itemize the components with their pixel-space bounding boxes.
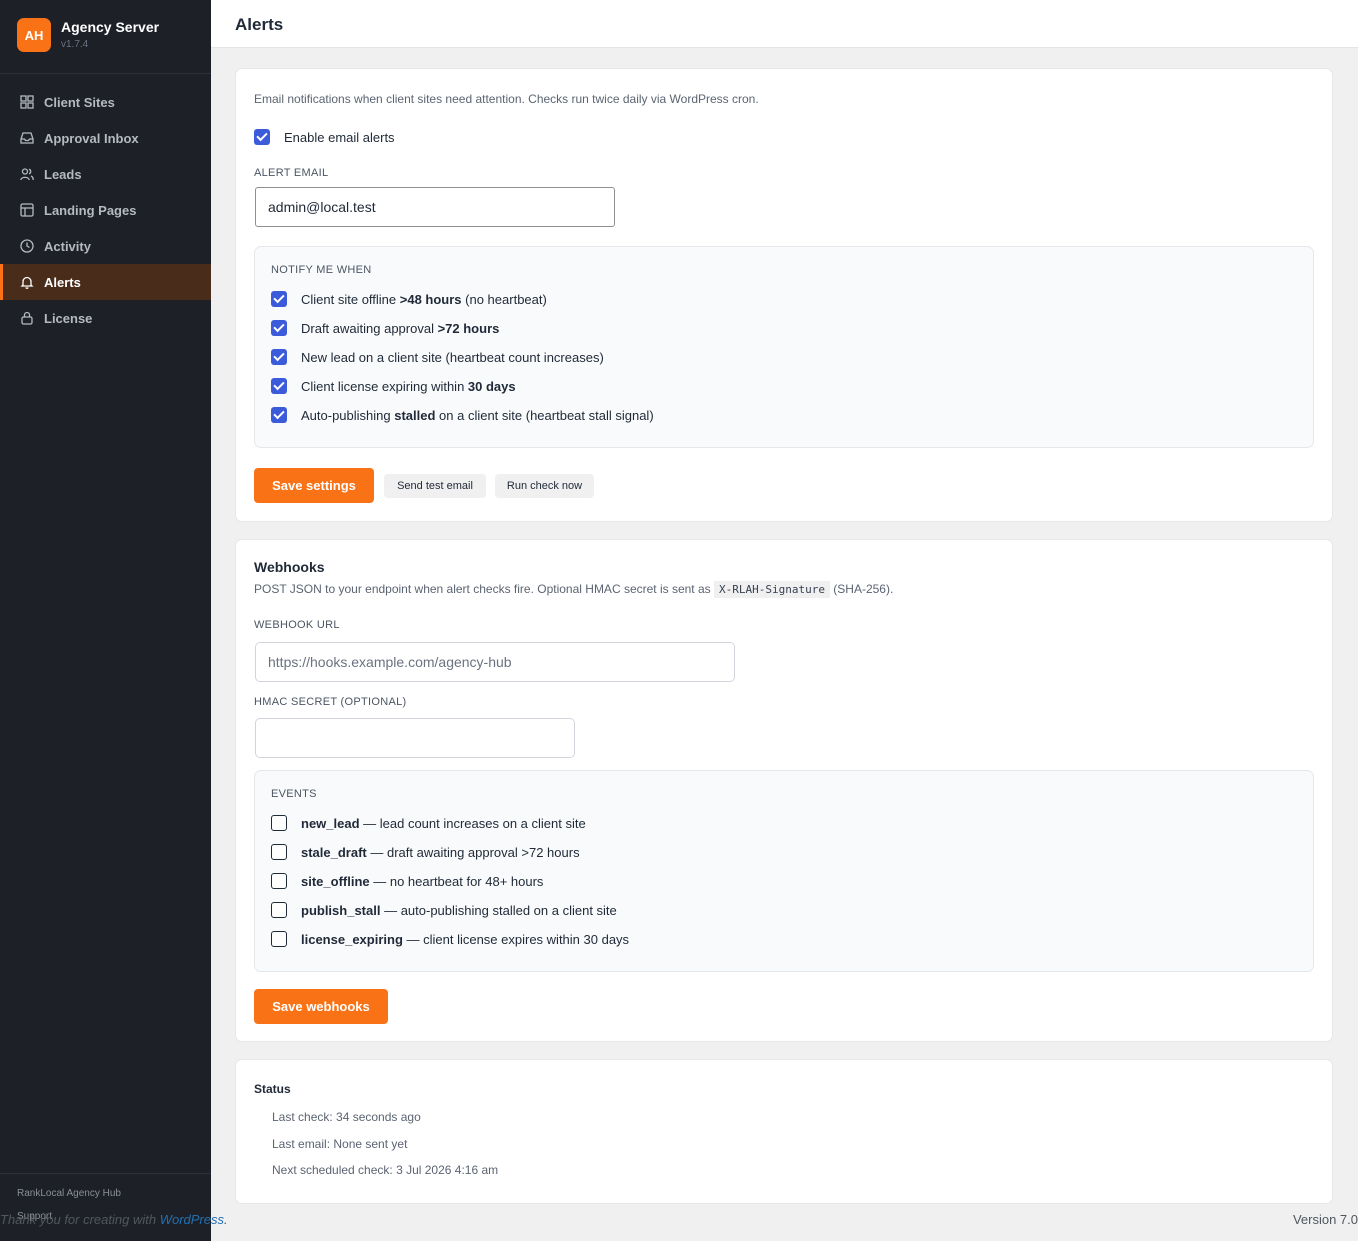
- webhooks-card: Webhooks POST JSON to your endpoint when…: [235, 539, 1333, 1042]
- sidebar-item-label: Approval Inbox: [44, 130, 139, 146]
- events-box: EVENTS new_lead — lead count increases o…: [254, 770, 1314, 972]
- notify-option-offline[interactable]: Client site offline >48 hours (no heartb…: [271, 291, 547, 307]
- wp-version: Version 7.0: [1292, 1212, 1358, 1227]
- notify-stalled-checkbox[interactable]: [271, 407, 287, 423]
- sidebar-item-license[interactable]: License: [0, 300, 211, 336]
- page-header: Alerts: [211, 0, 1358, 48]
- grid-icon: [20, 95, 34, 109]
- events-label: EVENTS: [271, 788, 317, 800]
- bell-icon: [20, 275, 34, 289]
- sidebar-nav: Client Sites Approval Inbox Leads Landin…: [0, 84, 211, 336]
- webhooks-title: Webhooks: [254, 559, 325, 575]
- sidebar-item-label: Landing Pages: [44, 202, 137, 218]
- event-option-license-expiring[interactable]: license_expiring — client license expire…: [271, 931, 629, 947]
- event-publish-stall-checkbox[interactable]: [271, 902, 287, 918]
- sidebar-item-alerts[interactable]: Alerts: [0, 264, 211, 300]
- notify-offline-checkbox[interactable]: [271, 291, 287, 307]
- hmac-secret-input[interactable]: [255, 718, 575, 758]
- alert-email-label: ALERT EMAIL: [254, 167, 329, 179]
- save-webhooks-button[interactable]: Save webhooks: [254, 989, 388, 1024]
- run-check-now-button[interactable]: Run check now: [495, 474, 594, 498]
- email-alerts-description: Email notifications when client sites ne…: [254, 92, 759, 106]
- wordpress-link[interactable]: WordPress: [160, 1212, 224, 1227]
- event-option-publish-stall[interactable]: publish_stall — auto-publishing stalled …: [271, 902, 617, 918]
- sidebar-item-label: Alerts: [44, 274, 81, 290]
- sidebar-item-activity[interactable]: Activity: [0, 228, 211, 264]
- notify-me-when-label: NOTIFY ME WHEN: [271, 264, 372, 276]
- sidebar: AH Agency Server v1.7.4 Client Sites App…: [0, 0, 211, 1241]
- notify-license-checkbox[interactable]: [271, 378, 287, 394]
- enable-email-alerts-row[interactable]: Enable email alerts: [254, 129, 395, 145]
- brand-logo: AH: [17, 18, 51, 52]
- notify-draft-checkbox[interactable]: [271, 320, 287, 336]
- lock-icon: [20, 311, 34, 325]
- webhook-url-input[interactable]: [255, 642, 735, 682]
- sidebar-item-client-sites[interactable]: Client Sites: [0, 84, 211, 120]
- sidebar-footer-brand: RankLocal Agency Hub: [17, 1188, 121, 1199]
- event-new-lead-checkbox[interactable]: [271, 815, 287, 831]
- signature-header-code: X-RLAH-Signature: [713, 581, 830, 598]
- inbox-icon: [20, 131, 34, 145]
- wp-footer-thanks: Thank you for creating with WordPress.: [0, 1212, 228, 1227]
- event-site-offline-checkbox[interactable]: [271, 873, 287, 889]
- status-next-check: Next scheduled check: 3 Jul 2026 4:16 am: [272, 1163, 499, 1177]
- save-settings-button[interactable]: Save settings: [254, 468, 374, 503]
- status-card: Status Last check: 34 seconds ago Last e…: [235, 1059, 1333, 1204]
- alert-email-input[interactable]: [255, 187, 615, 227]
- webhooks-description: POST JSON to your endpoint when alert ch…: [254, 581, 894, 598]
- email-alerts-card: Email notifications when client sites ne…: [235, 68, 1333, 522]
- layout-icon: [20, 203, 34, 217]
- webhook-url-label: WEBHOOK URL: [254, 619, 340, 631]
- status-last-email: Last email: None sent yet: [272, 1137, 408, 1151]
- app-version: v1.7.4: [61, 39, 89, 50]
- sidebar-item-approval-inbox[interactable]: Approval Inbox: [0, 120, 211, 156]
- sidebar-item-leads[interactable]: Leads: [0, 156, 211, 192]
- sidebar-item-label: Leads: [44, 166, 82, 182]
- status-last-check: Last check: 34 seconds ago: [272, 1110, 421, 1124]
- event-stale-draft-checkbox[interactable]: [271, 844, 287, 860]
- event-option-new-lead[interactable]: new_lead — lead count increases on a cli…: [271, 815, 586, 831]
- event-option-stale-draft[interactable]: stale_draft — draft awaiting approval >7…: [271, 844, 580, 860]
- enable-email-alerts-label: Enable email alerts: [284, 129, 395, 145]
- event-license-expiring-checkbox[interactable]: [271, 931, 287, 947]
- enable-email-alerts-checkbox[interactable]: [254, 129, 270, 145]
- sidebar-item-label: Client Sites: [44, 94, 115, 110]
- sidebar-footer: RankLocal Agency Hub Support: [0, 1173, 211, 1241]
- users-icon: [20, 167, 34, 181]
- notify-me-when-box: NOTIFY ME WHEN Client site offline >48 h…: [254, 246, 1314, 448]
- notify-option-draft[interactable]: Draft awaiting approval >72 hours: [271, 320, 499, 336]
- notify-option-stalled[interactable]: Auto-publishing stalled on a client site…: [271, 407, 654, 423]
- notify-option-license[interactable]: Client license expiring within 30 days: [271, 378, 516, 394]
- notify-new-lead-checkbox[interactable]: [271, 349, 287, 365]
- sidebar-item-label: License: [44, 310, 93, 326]
- clock-icon: [20, 239, 34, 253]
- brand: AH Agency Server v1.7.4: [0, 0, 211, 74]
- sidebar-item-label: Activity: [44, 238, 91, 254]
- hmac-secret-label: HMAC SECRET (OPTIONAL): [254, 696, 407, 708]
- notify-option-new-lead[interactable]: New lead on a client site (heartbeat cou…: [271, 349, 604, 365]
- status-title: Status: [254, 1082, 291, 1096]
- page-title: Alerts: [235, 15, 284, 34]
- app-title: Agency Server: [61, 19, 160, 35]
- event-option-site-offline[interactable]: site_offline — no heartbeat for 48+ hour…: [271, 873, 543, 889]
- send-test-email-button[interactable]: Send test email: [384, 474, 486, 498]
- sidebar-item-landing-pages[interactable]: Landing Pages: [0, 192, 211, 228]
